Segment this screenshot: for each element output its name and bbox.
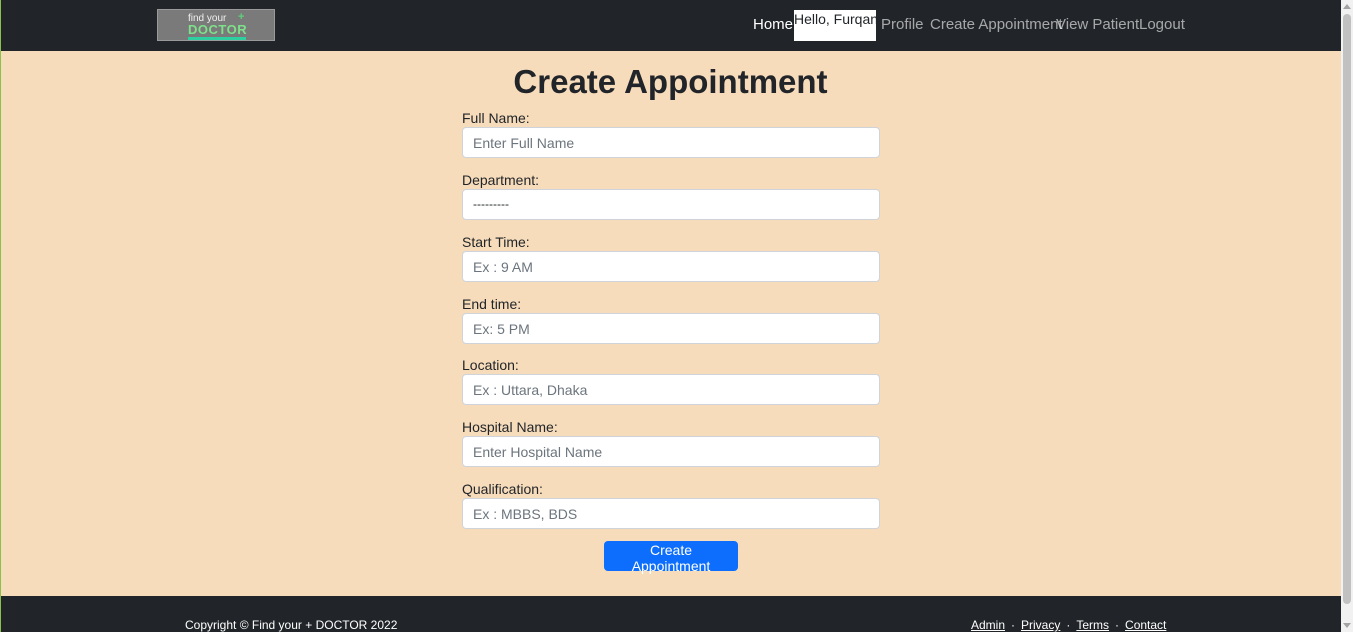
user-greeting: Hello, Furqann <box>794 10 876 41</box>
location-input[interactable] <box>462 374 880 405</box>
navbar: find your + DOCTOR Home Hello, Furqann P… <box>0 0 1341 51</box>
copyright-text: Copyright © Find your + DOCTOR 2022 <box>185 618 398 632</box>
qualification-label: Qualification: <box>462 481 543 497</box>
footer-separator: · <box>1066 618 1071 632</box>
footer-links: Admin · Privacy · Terms · Contact <box>971 618 1166 632</box>
hospital-name-input[interactable] <box>462 436 880 467</box>
end-time-input[interactable] <box>462 313 880 344</box>
footer-separator: · <box>1011 618 1016 632</box>
nav-home[interactable]: Home <box>753 16 793 33</box>
create-appointment-button[interactable]: Create Appointment <box>604 541 738 574</box>
logo[interactable]: find your + DOCTOR <box>157 9 275 41</box>
qualification-input[interactable] <box>462 498 880 529</box>
nav-logout[interactable]: Logout <box>1139 16 1185 33</box>
end-time-label: End time: <box>462 296 522 312</box>
hospital-name-label: Hospital Name: <box>462 419 558 435</box>
footer-link-admin[interactable]: Admin <box>971 618 1005 632</box>
page-title: Create Appointment <box>513 63 828 100</box>
footer-separator: · <box>1115 618 1120 632</box>
department-select[interactable]: --------- <box>462 189 880 220</box>
scroll-down-arrow-icon[interactable] <box>1343 623 1351 628</box>
logo-text-bottom: DOCTOR <box>188 22 248 37</box>
start-time-input[interactable] <box>462 251 880 282</box>
vertical-scrollbar[interactable] <box>1341 0 1353 632</box>
department-label: Department: <box>462 172 540 188</box>
scrollbar-thumb[interactable] <box>1343 14 1351 604</box>
full-name-label: Full Name: <box>462 110 530 126</box>
logo-underline <box>188 37 246 40</box>
nav-view-patient[interactable]: View Patient <box>1056 16 1139 33</box>
footer-link-terms[interactable]: Terms <box>1076 618 1109 632</box>
start-time-label: Start Time: <box>462 234 530 250</box>
footer: Copyright © Find your + DOCTOR 2022 Admi… <box>0 596 1341 632</box>
page-edge <box>0 0 1 632</box>
nav-profile[interactable]: Profile <box>881 16 924 33</box>
location-label: Location: <box>462 357 519 373</box>
footer-link-privacy[interactable]: Privacy <box>1021 618 1060 632</box>
nav-create-appointment[interactable]: Create Appointment <box>930 16 1063 33</box>
scroll-up-arrow-icon[interactable] <box>1343 4 1351 9</box>
full-name-input[interactable] <box>462 127 880 158</box>
footer-link-contact[interactable]: Contact <box>1125 618 1166 632</box>
